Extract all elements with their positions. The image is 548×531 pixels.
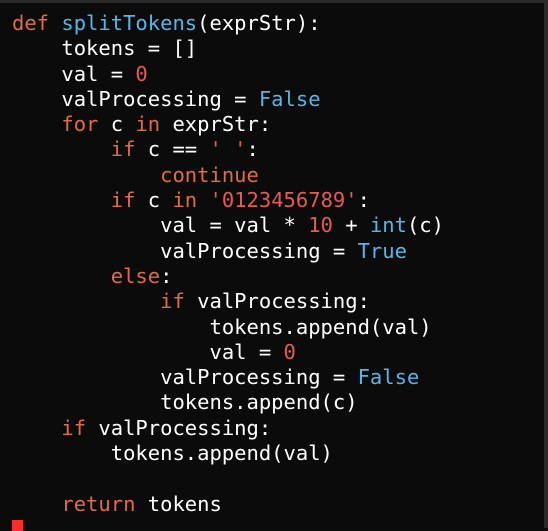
code-token: False [258, 86, 321, 111]
code-token: if [12, 289, 185, 314]
code-line[interactable]: valProcessing = False [12, 87, 444, 112]
code-token: : [357, 188, 370, 213]
code-token: if [12, 415, 87, 440]
code-line[interactable]: continue [12, 163, 444, 188]
code-token: valProcessing = [12, 86, 259, 111]
code-token: c [98, 112, 136, 137]
code-line[interactable]: val = val * 10 + int(c) [12, 213, 444, 238]
code-token: valProcessing = [12, 238, 358, 263]
code-token: int [369, 213, 407, 238]
code-line[interactable]: val = 0 [12, 340, 444, 365]
code-token: + [332, 213, 370, 238]
code-token: def [12, 11, 50, 35]
code-line[interactable]: if valProcessing: [12, 416, 444, 441]
code-token: False [357, 365, 420, 390]
code-token: 10 [308, 213, 333, 238]
code-token: exprStr: [160, 112, 272, 137]
code-token: val = [12, 61, 136, 86]
code-line[interactable]: if c == ' ': [12, 137, 444, 162]
code-token: True [357, 238, 407, 263]
code-line[interactable]: tokens.append(val) [12, 315, 444, 340]
code-token: in [172, 188, 198, 213]
code-token: if [12, 137, 136, 162]
code-token: tokens = [] [12, 36, 198, 61]
code-line[interactable]: return tokens [12, 492, 444, 517]
code-token: : [160, 263, 173, 288]
code-token: in [135, 112, 161, 137]
code-token: splitTokens [61, 11, 198, 35]
code-token: valProcessing = [12, 365, 358, 390]
code-token: for [12, 112, 99, 137]
code-token: if [12, 188, 136, 213]
code-token: continue [12, 162, 259, 187]
code-line[interactable]: else: [12, 264, 444, 289]
code-token: c == [135, 137, 210, 162]
code-token: (exprStr): [197, 11, 321, 35]
code-token: else [12, 263, 161, 288]
code-token: return [12, 491, 136, 516]
code-token: ' ' [209, 137, 247, 162]
code-token: tokens.append(val) [12, 441, 333, 466]
code-line[interactable]: if c in '0123456789': [12, 188, 444, 213]
code-line[interactable]: valProcessing = False [12, 365, 444, 390]
code-token: c [135, 188, 173, 213]
code-token: valProcessing: [86, 415, 272, 440]
code-token: '0123456789' [209, 188, 358, 213]
code-line[interactable]: tokens = [] [12, 36, 444, 61]
code-token: tokens.append(val) [12, 314, 432, 339]
code-line[interactable]: for c in exprStr: [12, 112, 444, 137]
code-token: 0 [135, 61, 148, 86]
code-line[interactable]: tokens.append(c) [12, 390, 444, 415]
code-token: tokens.append(c) [12, 390, 358, 415]
code-line[interactable]: tokens.append(val) [12, 441, 444, 466]
code-token: val = [12, 339, 284, 364]
code-line[interactable]: val = 0 [12, 62, 444, 87]
code-token: (c) [406, 213, 444, 238]
code-editor[interactable]: def splitTokens(exprStr): tokens = [] va… [0, 0, 548, 531]
code-area[interactable]: def splitTokens(exprStr): tokens = [] va… [12, 11, 444, 517]
code-token: valProcessing: [184, 289, 370, 314]
code-line[interactable]: if valProcessing: [12, 289, 444, 314]
code-token: 0 [283, 339, 296, 364]
code-line[interactable]: valProcessing = True [12, 239, 444, 264]
code-token: tokens [135, 491, 222, 516]
code-line[interactable]: def splitTokens(exprStr): [12, 11, 444, 36]
code-token: val = val * [12, 213, 309, 238]
code-token: : [246, 137, 259, 162]
code-line[interactable] [12, 466, 444, 491]
text-cursor [12, 520, 23, 531]
